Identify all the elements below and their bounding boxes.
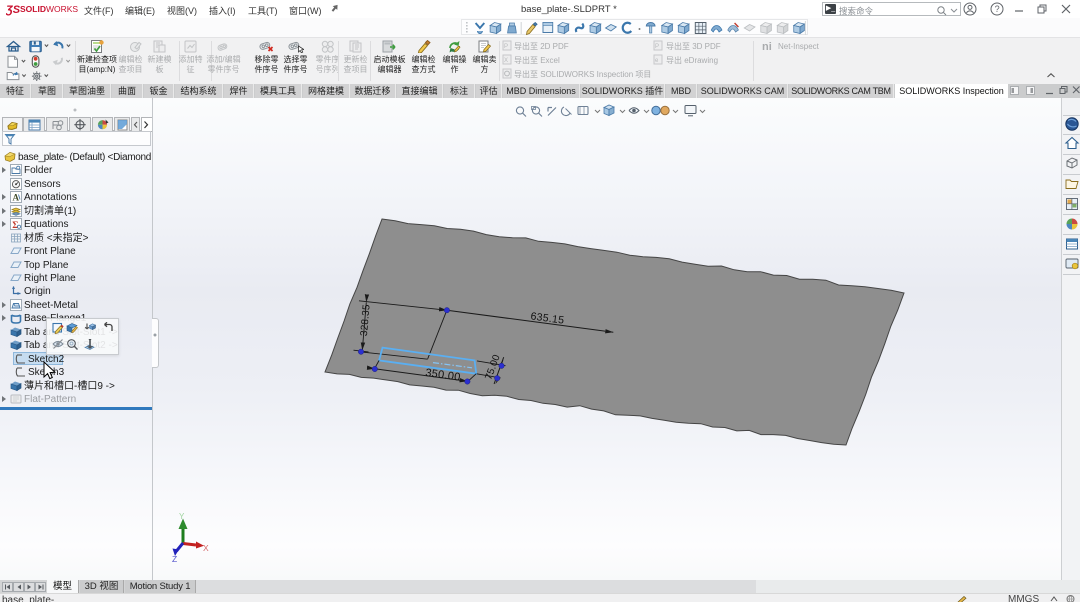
svg-text:ƷS: ƷS bbox=[6, 4, 21, 16]
svg-text:Y: Y bbox=[179, 512, 185, 521]
svg-text:X: X bbox=[203, 543, 209, 553]
svg-text:X: X bbox=[504, 58, 508, 64]
svg-text:Σ: Σ bbox=[12, 221, 18, 230]
svg-text:A: A bbox=[13, 193, 20, 203]
svg-text:Z: Z bbox=[172, 554, 177, 564]
svg-text:?: ? bbox=[995, 4, 1000, 14]
svg-text:SOLIDWORKS: SOLIDWORKS bbox=[20, 4, 78, 14]
svg-text:P: P bbox=[504, 44, 508, 50]
svg-text:P: P bbox=[655, 44, 659, 50]
